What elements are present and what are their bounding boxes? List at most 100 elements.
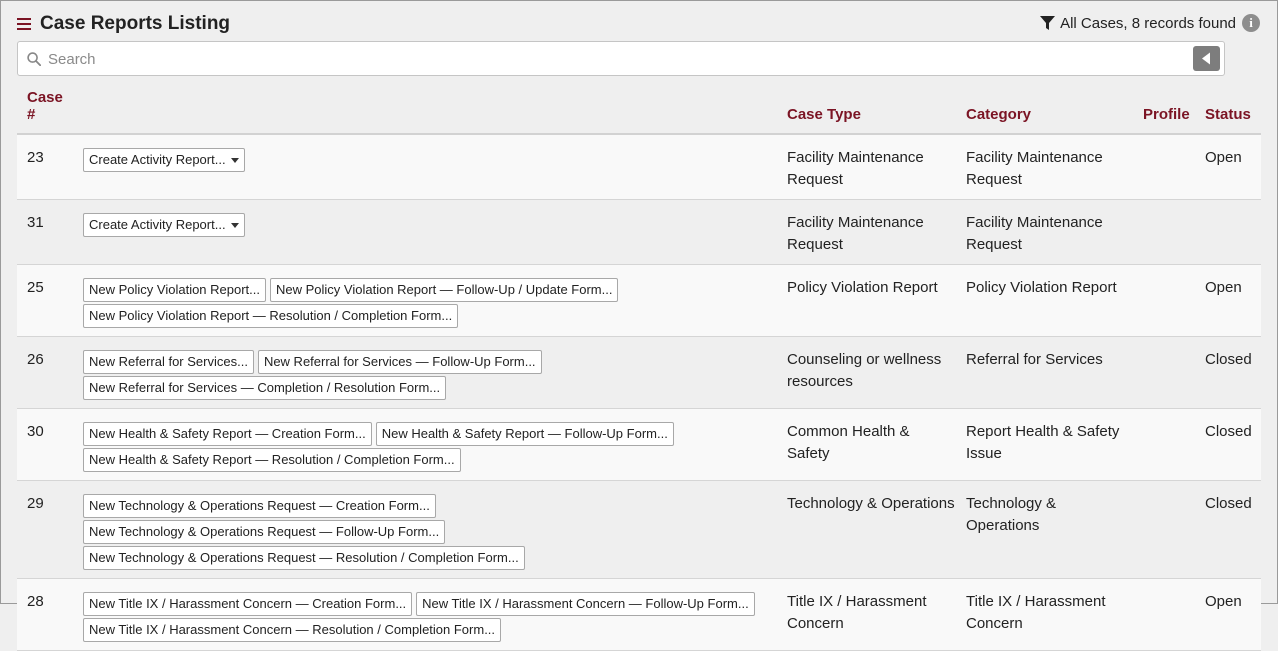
table-header-row: Case # Case Type Category Profile Status — [17, 83, 1261, 134]
caret-down-icon — [230, 158, 239, 164]
case-number-cell: 23 — [27, 149, 44, 166]
button-label: New Referral for Services — Completion /… — [89, 380, 441, 395]
new-report-form-button[interactable]: New Technology & Operations Request — Cr… — [83, 494, 436, 518]
new-report-form-button[interactable]: New Title IX / Harassment Concern — Reso… — [83, 618, 502, 642]
new-report-form-button[interactable]: New Referral for Services — Completion /… — [83, 376, 447, 400]
button-label: New Health & Safety Report — Creation Fo… — [89, 426, 366, 441]
page-header: Case Reports Listing — [17, 13, 230, 35]
new-report-form-button[interactable]: New Health & Safety Report — Follow-Up F… — [375, 422, 674, 446]
create-activity-report-dropdown[interactable]: Create Activity Report... — [83, 148, 245, 172]
table-row[interactable]: 30 New Health & Safety Report — Creation … — [17, 408, 1261, 481]
table-body: 23 Create Activity Report... Facility Main… — [17, 134, 1261, 651]
new-report-form-button[interactable]: New Policy Violation Report — Resolution… — [83, 304, 459, 328]
profile-cell — [1133, 200, 1195, 265]
caret-down-icon — [230, 223, 239, 229]
button-label: New Technology & Operations Request — Re… — [89, 550, 519, 565]
actions-cell: Create Activity Report... — [73, 134, 777, 200]
new-report-form-button[interactable]: New Title IX / Harassment Concern — Crea… — [83, 592, 413, 616]
hamburger-menu-icon[interactable] — [17, 18, 31, 30]
report-action-buttons: New Health & Safety Report — Creation Fo… — [83, 421, 777, 472]
category-cell: Report Health & Safety Issue — [966, 423, 1120, 462]
column-header-case-type[interactable]: Case Type — [777, 83, 956, 134]
new-report-form-button[interactable]: New Referral for Services — Follow-Up Fo… — [257, 350, 542, 374]
table-row[interactable]: 25 New Policy Violation Report... New Poli… — [17, 264, 1261, 337]
status-cell: Closed — [1205, 423, 1252, 440]
actions-cell: New Referral for Services... New Referral… — [73, 337, 777, 409]
actions-cell: New Policy Violation Report... New Policy… — [73, 265, 777, 337]
new-report-form-button[interactable]: New Health & Safety Report — Creation Fo… — [83, 422, 372, 446]
search-icon — [27, 52, 41, 66]
case-reports-table-container: Case # Case Type Category Profile Status … — [17, 83, 1261, 651]
profile-cell — [1133, 337, 1195, 409]
search-input[interactable] — [46, 42, 1180, 77]
collapse-panel-button[interactable] — [1193, 46, 1220, 71]
button-label: New Referral for Services — Follow-Up Fo… — [263, 354, 536, 369]
report-action-buttons: New Technology & Operations Request — Cr… — [83, 493, 777, 570]
button-label: New Policy Violation Report... — [89, 282, 261, 297]
info-icon[interactable]: i — [1242, 14, 1260, 32]
new-report-form-button[interactable]: New Policy Violation Report... — [83, 278, 267, 302]
status-cell — [1195, 200, 1261, 265]
column-header-status[interactable]: Status — [1195, 83, 1261, 134]
case-number-cell: 29 — [27, 495, 44, 512]
status-cell: Open — [1205, 279, 1242, 296]
button-label: New Technology & Operations Request — Cr… — [89, 498, 430, 513]
profile-cell — [1133, 579, 1195, 651]
case-reports-table: Case # Case Type Category Profile Status … — [17, 83, 1261, 651]
category-cell: Facility Maintenance Request — [966, 149, 1103, 188]
case-type-cell: Facility Maintenance Request — [787, 149, 924, 188]
button-label: New Policy Violation Report — Resolution… — [89, 308, 453, 323]
profile-cell — [1133, 409, 1195, 481]
new-report-form-button[interactable]: New Title IX / Harassment Concern — Foll… — [416, 592, 755, 616]
case-number-cell: 26 — [27, 351, 44, 368]
column-header-category[interactable]: Category — [956, 83, 1133, 134]
triangle-left-icon — [1202, 52, 1210, 65]
table-row[interactable]: 29 New Technology & Operations Request — … — [17, 480, 1261, 579]
report-action-buttons: New Policy Violation Report... New Policy… — [83, 277, 777, 328]
case-type-cell: Counseling or wellness resources — [787, 351, 942, 390]
profile-cell — [1133, 481, 1195, 579]
button-label: New Technology & Operations Request — Fo… — [89, 524, 440, 539]
report-action-buttons: Create Activity Report... — [83, 212, 777, 237]
table-row[interactable]: 26 New Referral for Services... New Referr… — [17, 336, 1261, 409]
actions-cell: New Technology & Operations Request — Cr… — [73, 481, 777, 579]
button-label: Create Activity Report... — [89, 217, 226, 232]
case-number-cell: 30 — [27, 423, 44, 440]
button-label: New Health & Safety Report — Resolution … — [89, 452, 455, 467]
page-title: Case Reports Listing — [40, 13, 231, 34]
new-report-form-button[interactable]: New Technology & Operations Request — Re… — [83, 546, 525, 570]
case-number-cell: 31 — [27, 214, 44, 231]
column-header-actions — [73, 83, 777, 134]
table-row[interactable]: 23 Create Activity Report... Facility Main… — [17, 134, 1261, 200]
button-label: Create Activity Report... — [89, 152, 226, 167]
table-row[interactable]: 31 Create Activity Report... Facility Main… — [17, 199, 1261, 265]
report-action-buttons: New Title IX / Harassment Concern — Crea… — [83, 591, 777, 642]
filter-summary: All Cases, 8 records found i — [1040, 14, 1260, 32]
case-number-cell: 25 — [27, 279, 44, 296]
new-report-form-button[interactable]: New Referral for Services... — [83, 350, 254, 374]
column-header-case-number[interactable]: Case # — [17, 83, 73, 134]
button-label: New Health & Safety Report — Follow-Up F… — [381, 426, 668, 441]
status-cell: Open — [1205, 149, 1242, 166]
new-report-form-button[interactable]: New Policy Violation Report — Follow-Up … — [270, 278, 619, 302]
profile-cell — [1133, 265, 1195, 337]
category-cell: Facility Maintenance Request — [966, 214, 1103, 253]
status-cell: Open — [1205, 593, 1242, 610]
case-type-cell: Title IX / Harassment Concern — [787, 593, 927, 632]
report-action-buttons: Create Activity Report... — [83, 147, 777, 172]
category-cell: Policy Violation Report — [966, 279, 1117, 296]
column-header-profile[interactable]: Profile — [1133, 83, 1195, 134]
case-type-cell: Technology & Operations — [787, 495, 955, 512]
filter-icon[interactable] — [1040, 15, 1056, 31]
category-cell: Title IX / Harassment Concern — [966, 593, 1106, 632]
case-type-cell: Policy Violation Report — [787, 279, 938, 296]
table-row[interactable]: 28 New Title IX / Harassment Concern — Cr… — [17, 578, 1261, 651]
case-type-cell: Facility Maintenance Request — [787, 214, 924, 253]
category-cell: Technology & Operations — [966, 495, 1057, 534]
new-report-form-button[interactable]: New Health & Safety Report — Resolution … — [83, 448, 461, 472]
search-bar — [17, 41, 1225, 77]
button-label: New Title IX / Harassment Concern — Reso… — [89, 622, 496, 637]
create-activity-report-dropdown[interactable]: Create Activity Report... — [83, 213, 245, 237]
new-report-form-button[interactable]: New Technology & Operations Request — Fo… — [83, 520, 446, 544]
actions-cell: New Health & Safety Report — Creation Fo… — [73, 409, 777, 481]
